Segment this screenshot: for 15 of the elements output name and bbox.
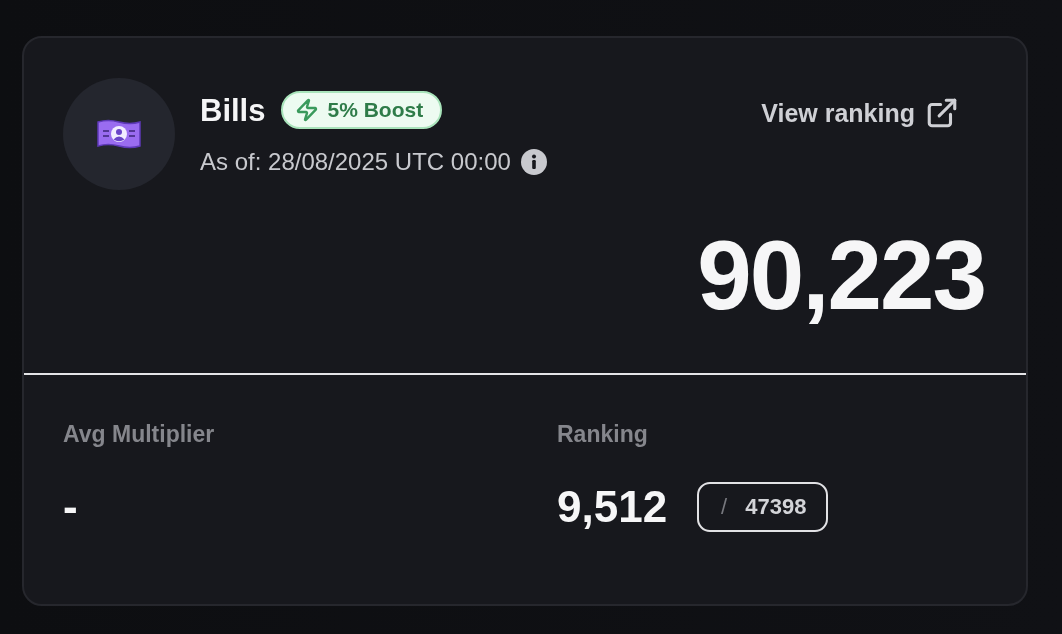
lightning-icon: [295, 98, 320, 122]
total-score: 90,223: [697, 226, 985, 324]
as-of-date: As of: 28/08/2025 UTC 00:00: [200, 148, 511, 176]
external-link-icon: [925, 96, 959, 130]
ranking-value: 9,512: [557, 485, 668, 529]
boost-label: 5% Boost: [327, 98, 424, 122]
info-icon[interactable]: [520, 149, 547, 175]
avg-multiplier-label: Avg Multiplier: [63, 421, 215, 448]
avg-multiplier-value: -: [63, 485, 78, 529]
ranking-label: Ranking: [557, 421, 648, 448]
total-players-count: 47398: [745, 494, 807, 520]
view-ranking-link[interactable]: View ranking: [761, 96, 959, 130]
slash-separator: /: [721, 494, 728, 520]
banknote-icon: [96, 119, 142, 149]
card-title: Bills: [200, 94, 266, 126]
